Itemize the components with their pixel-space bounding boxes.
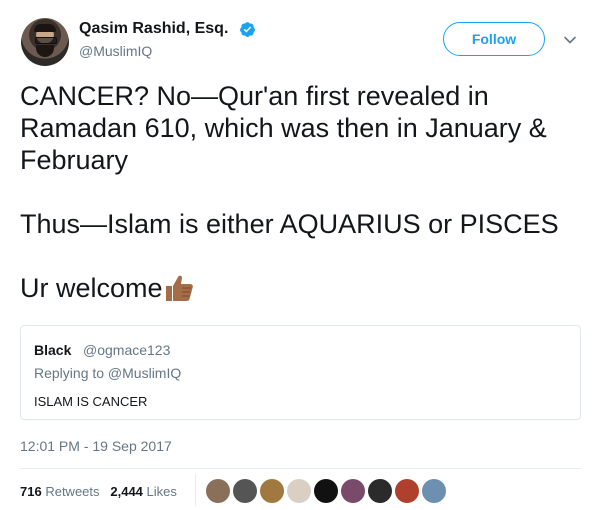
- liker-avatar-5-icon[interactable]: [314, 479, 338, 503]
- likes-label: Likes: [146, 484, 177, 499]
- chevron-down-icon[interactable]: [563, 33, 577, 47]
- author-name[interactable]: Qasim Rashid, Esq.: [79, 20, 228, 38]
- retweets-stat[interactable]: 716 Retweets: [20, 484, 100, 499]
- quoted-replying-to[interactable]: Replying to @MuslimIQ: [34, 365, 181, 381]
- quoted-author-name: Black: [34, 342, 72, 358]
- tweet-card: Qasim Rashid, Esq. @MuslimIQ Follow CANC…: [0, 0, 599, 510]
- quoted-author-handle: @ogmace123: [83, 342, 171, 358]
- liker-avatar-3-icon[interactable]: [260, 479, 284, 503]
- thumbs-up-emoji-icon: [165, 275, 193, 301]
- tweet-text-line-5: Ur welcome: [20, 273, 163, 303]
- tweet-timestamp[interactable]: 12:01 PM - 19 Sep 2017: [20, 438, 172, 454]
- likes-stat[interactable]: 2,444 Likes: [110, 484, 177, 499]
- likes-count: 2,444: [110, 484, 143, 499]
- liker-avatar-7-icon[interactable]: [368, 479, 392, 503]
- liker-avatar-4-icon[interactable]: [287, 479, 311, 503]
- liker-avatar-6-icon[interactable]: [341, 479, 365, 503]
- author-avatar[interactable]: [21, 18, 69, 66]
- avatar-hair: [34, 24, 56, 32]
- liker-avatar-8-icon[interactable]: [395, 479, 419, 503]
- liker-avatar-2-icon[interactable]: [233, 479, 257, 503]
- tweet-text: CANCER? No—Qur'an first revealed in Rama…: [20, 80, 580, 304]
- tweet-text-line-1: CANCER? No—Qur'an first revealed in Rama…: [20, 81, 555, 175]
- stats-separator: [195, 474, 196, 506]
- verified-badge-icon: [240, 22, 255, 38]
- avatar-glasses: [35, 37, 57, 44]
- quoted-tweet[interactable]: Black @ogmace123 Replying to @MuslimIQ I…: [20, 325, 581, 420]
- quoted-text: ISLAM IS CANCER: [34, 394, 148, 409]
- avatar-beard: [36, 45, 54, 57]
- retweets-label: Retweets: [45, 484, 100, 499]
- author-handle[interactable]: @MuslimIQ: [79, 43, 152, 59]
- liker-avatars: [206, 479, 449, 503]
- follow-button[interactable]: Follow: [443, 22, 545, 56]
- tweet-text-line-3: Thus—Islam is either AQUARIUS or PISCES: [20, 209, 559, 239]
- divider: [20, 468, 581, 469]
- tweet-stats: 716 Retweets 2,444 Likes: [20, 484, 177, 499]
- liker-avatar-9-icon[interactable]: [422, 479, 446, 503]
- liker-avatar-1-icon[interactable]: [206, 479, 230, 503]
- retweets-count: 716: [20, 484, 42, 499]
